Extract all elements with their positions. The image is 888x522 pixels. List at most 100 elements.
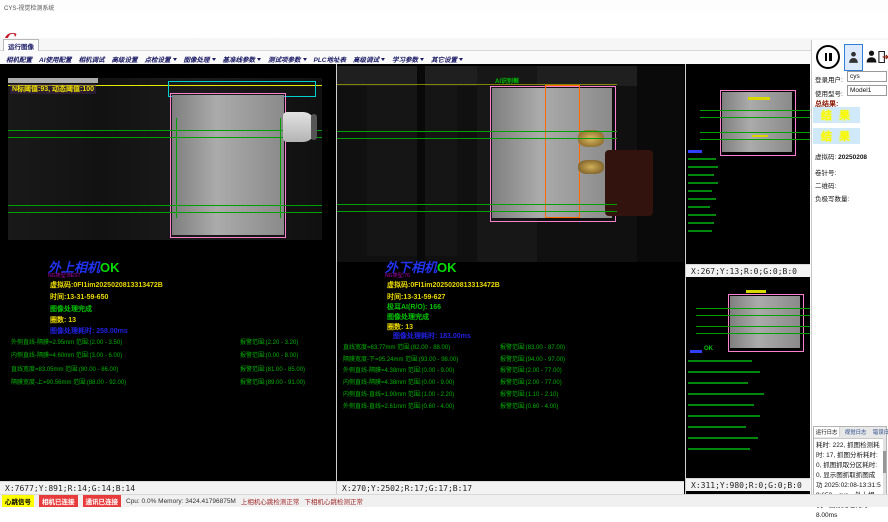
result-box-1: 结 果 <box>813 107 860 123</box>
tool-learning-params[interactable]: 学习参数 <box>392 54 424 64</box>
measure-vline <box>176 118 177 218</box>
main-view: N标阈值:93, 动态阈值:100 外上相机OK NG类型:BEST 虚拟码:0… <box>0 64 810 494</box>
left-camera-image[interactable]: N标阈值:93, 动态阈值:100 <box>8 78 322 240</box>
mid-coords-strip: X:270;Y:2502;R:17;G:17;B:17 <box>337 481 684 494</box>
dark-red-blob <box>605 150 653 216</box>
mini-blue-text <box>690 350 702 353</box>
exit-button[interactable] <box>878 44 888 69</box>
log-text: 耗时: 222, 抓图检测耗时: 17, 抓图分析耗时: 0, 抓图抓取分区耗时… <box>814 439 886 522</box>
log-tab-vision[interactable]: 视觉日志 <box>843 427 868 437</box>
image-texture <box>417 66 425 262</box>
mini-yellow-text <box>752 135 768 137</box>
ai-box-label: AI识别框 <box>495 76 519 85</box>
virtual-code-label: 虚拟码: <box>815 154 836 161</box>
model-label: 使用型号: <box>815 88 843 98</box>
thumbnail-top-image[interactable] <box>686 66 810 264</box>
menu-bar: C 系统配置 相机配置 通讯配置 IO卡配置 光源控制配置 查看 系统语言切换 <box>0 12 888 38</box>
measure-line <box>700 110 810 111</box>
tool-camera-debug[interactable]: 相机调试 <box>79 54 105 64</box>
roi-pink-box <box>170 93 286 238</box>
log-scrollbar-thumb[interactable] <box>883 451 886 473</box>
tool-ai-usage-config[interactable]: AI使用配置 <box>39 54 72 64</box>
measure-line <box>696 333 810 334</box>
virtual-code-row: 虚拟码: 20250208 <box>815 151 867 161</box>
left-coords: X:7677;Y:891;R:14;G:14;B:14 <box>5 484 135 493</box>
measure-line <box>8 212 322 213</box>
tool-advanced-settings[interactable]: 高级设置 <box>112 54 138 64</box>
measure-line <box>337 138 617 139</box>
measure-line <box>337 131 617 132</box>
tool-check-settings[interactable]: 点检设置 <box>145 54 177 64</box>
mid-barcode: 虚拟码:0FI1im2025020813313472B <box>387 280 500 290</box>
measurement-row: 外侧直线-隔膜=2.95mm 范围:(2.00 - 3.50)报警范围:(2.2… <box>11 337 305 350</box>
tool-other-settings[interactable]: 其它设置 <box>431 54 463 64</box>
login-user-field[interactable]: cys <box>847 71 887 82</box>
mini-blue-text <box>688 150 702 153</box>
measure-line <box>700 132 810 133</box>
chevron-down-icon <box>257 58 261 61</box>
measurement-row: 直线宽度=83.05mm 范围:(80.00 - 86.00)报警范围:(81.… <box>11 364 305 377</box>
login-user-value: cys <box>850 73 860 80</box>
tool-plc-address[interactable]: PLC地址表 <box>314 54 347 64</box>
mid-ng-info: NG类型:76 <box>385 271 410 279</box>
mid-process-done: 图像处理完成 <box>387 312 429 322</box>
left-process-done: 图像处理完成 <box>50 304 92 314</box>
mid-camera-image[interactable]: AI识别框 <box>337 66 684 262</box>
tool-baseline-params[interactable]: 基准线参数 <box>223 54 262 64</box>
log-tabs: 运行日志 视觉日志 错误日志 <box>814 427 886 439</box>
tool-image-process[interactable]: 图像处理 <box>184 54 216 64</box>
mini-green-text <box>688 382 748 384</box>
title-bar: CYS-视觉检测系统 <box>0 0 888 12</box>
measure-line <box>8 137 322 138</box>
qr-label: 二维码: <box>815 180 836 190</box>
tool-test-params[interactable]: 测试项参数 <box>268 54 307 64</box>
log-tab-run[interactable]: 运行日志 <box>814 427 840 437</box>
tool-camera-config[interactable]: 相机配置 <box>6 54 32 64</box>
mini-green-text <box>688 206 710 208</box>
chevron-down-icon <box>381 58 385 61</box>
chevron-down-icon <box>303 58 307 61</box>
thumb-bottom-coords-strip: X:311;Y:980;R:0;G:0;B:0 <box>686 478 810 491</box>
measurement-row: 内侧直线-隔膜=4.60mm 范围:(3.00 - 6.00)报警范围:(0.0… <box>11 350 305 363</box>
measure-line <box>696 308 810 309</box>
left-barcode: 虚拟码:0FI1im2025020813313472B <box>50 280 163 290</box>
pause-button[interactable] <box>816 45 840 69</box>
login-user-button[interactable] <box>844 44 863 71</box>
panel-divider <box>685 64 686 494</box>
status-bar: 心跳信号 相机已连接 通讯已连接 Cpu: 0.0% Memory: 3424.… <box>0 494 888 507</box>
mini-green-text <box>688 198 716 200</box>
mini-green-text <box>688 222 714 224</box>
window-title: CYS-视觉检测系统 <box>4 3 54 12</box>
measure-vline <box>280 118 281 218</box>
tool-advanced-debug[interactable]: 高级调试 <box>353 54 385 64</box>
left-turns: 圈数: 13 <box>50 315 76 325</box>
image-highlight-streak <box>8 78 98 83</box>
measure-line <box>337 211 617 212</box>
tab-strip: 运行图像 <box>0 38 888 51</box>
mid-measurements: 直线宽度=83.77mm 范围:(82.00 - 88.00)报警范围:(83.… <box>343 343 565 413</box>
mini-green-text <box>688 448 750 450</box>
mini-green-text <box>688 404 754 406</box>
measurement-row: 内侧直线-隔膜=4.38mm 范围:(0.00 - 9.00)报警范围:(2.0… <box>343 378 565 390</box>
model-select[interactable]: Model1 <box>847 85 887 96</box>
measurement-row: 内侧直线-直线=1.90mm 范围:(1.00 - 2.20)报警范围:(1.1… <box>343 390 565 402</box>
chevron-down-icon <box>420 58 424 61</box>
left-time: 时间:13-31-59-650 <box>50 292 108 302</box>
tab-run-image[interactable]: 运行图像 <box>3 39 39 51</box>
operator-button[interactable] <box>864 44 878 69</box>
panel-divider <box>336 64 337 494</box>
left-measurements: 外侧直线-隔膜=2.95mm 范围:(2.00 - 3.50)报警范围:(2.2… <box>11 337 305 391</box>
comm-connect-badge: 通讯已连接 <box>83 495 122 507</box>
log-tab-error[interactable]: 错误日志 <box>871 427 888 437</box>
thumbnail-bottom-image[interactable]: OK <box>686 278 810 478</box>
mini-green-text <box>688 166 718 168</box>
left-coords-strip: X:7677;Y:891;R:14;G:14;B:14 <box>0 481 336 494</box>
measure-line <box>700 139 810 140</box>
threshold-overlay-text: N标阈值:93, 动态阈值:100 <box>10 84 96 94</box>
model-value: Model1 <box>850 87 871 94</box>
lower-camera-heartbeat: 下相机心跳检测正常 <box>304 496 363 506</box>
measurement-row: 外侧直线-隔膜=4.38mm 范围:(0.00 - 9.00)报警范围:(2.0… <box>343 366 565 378</box>
mini-yellow-text <box>746 290 766 293</box>
measure-line <box>696 315 810 316</box>
mini-green-text <box>688 415 760 417</box>
